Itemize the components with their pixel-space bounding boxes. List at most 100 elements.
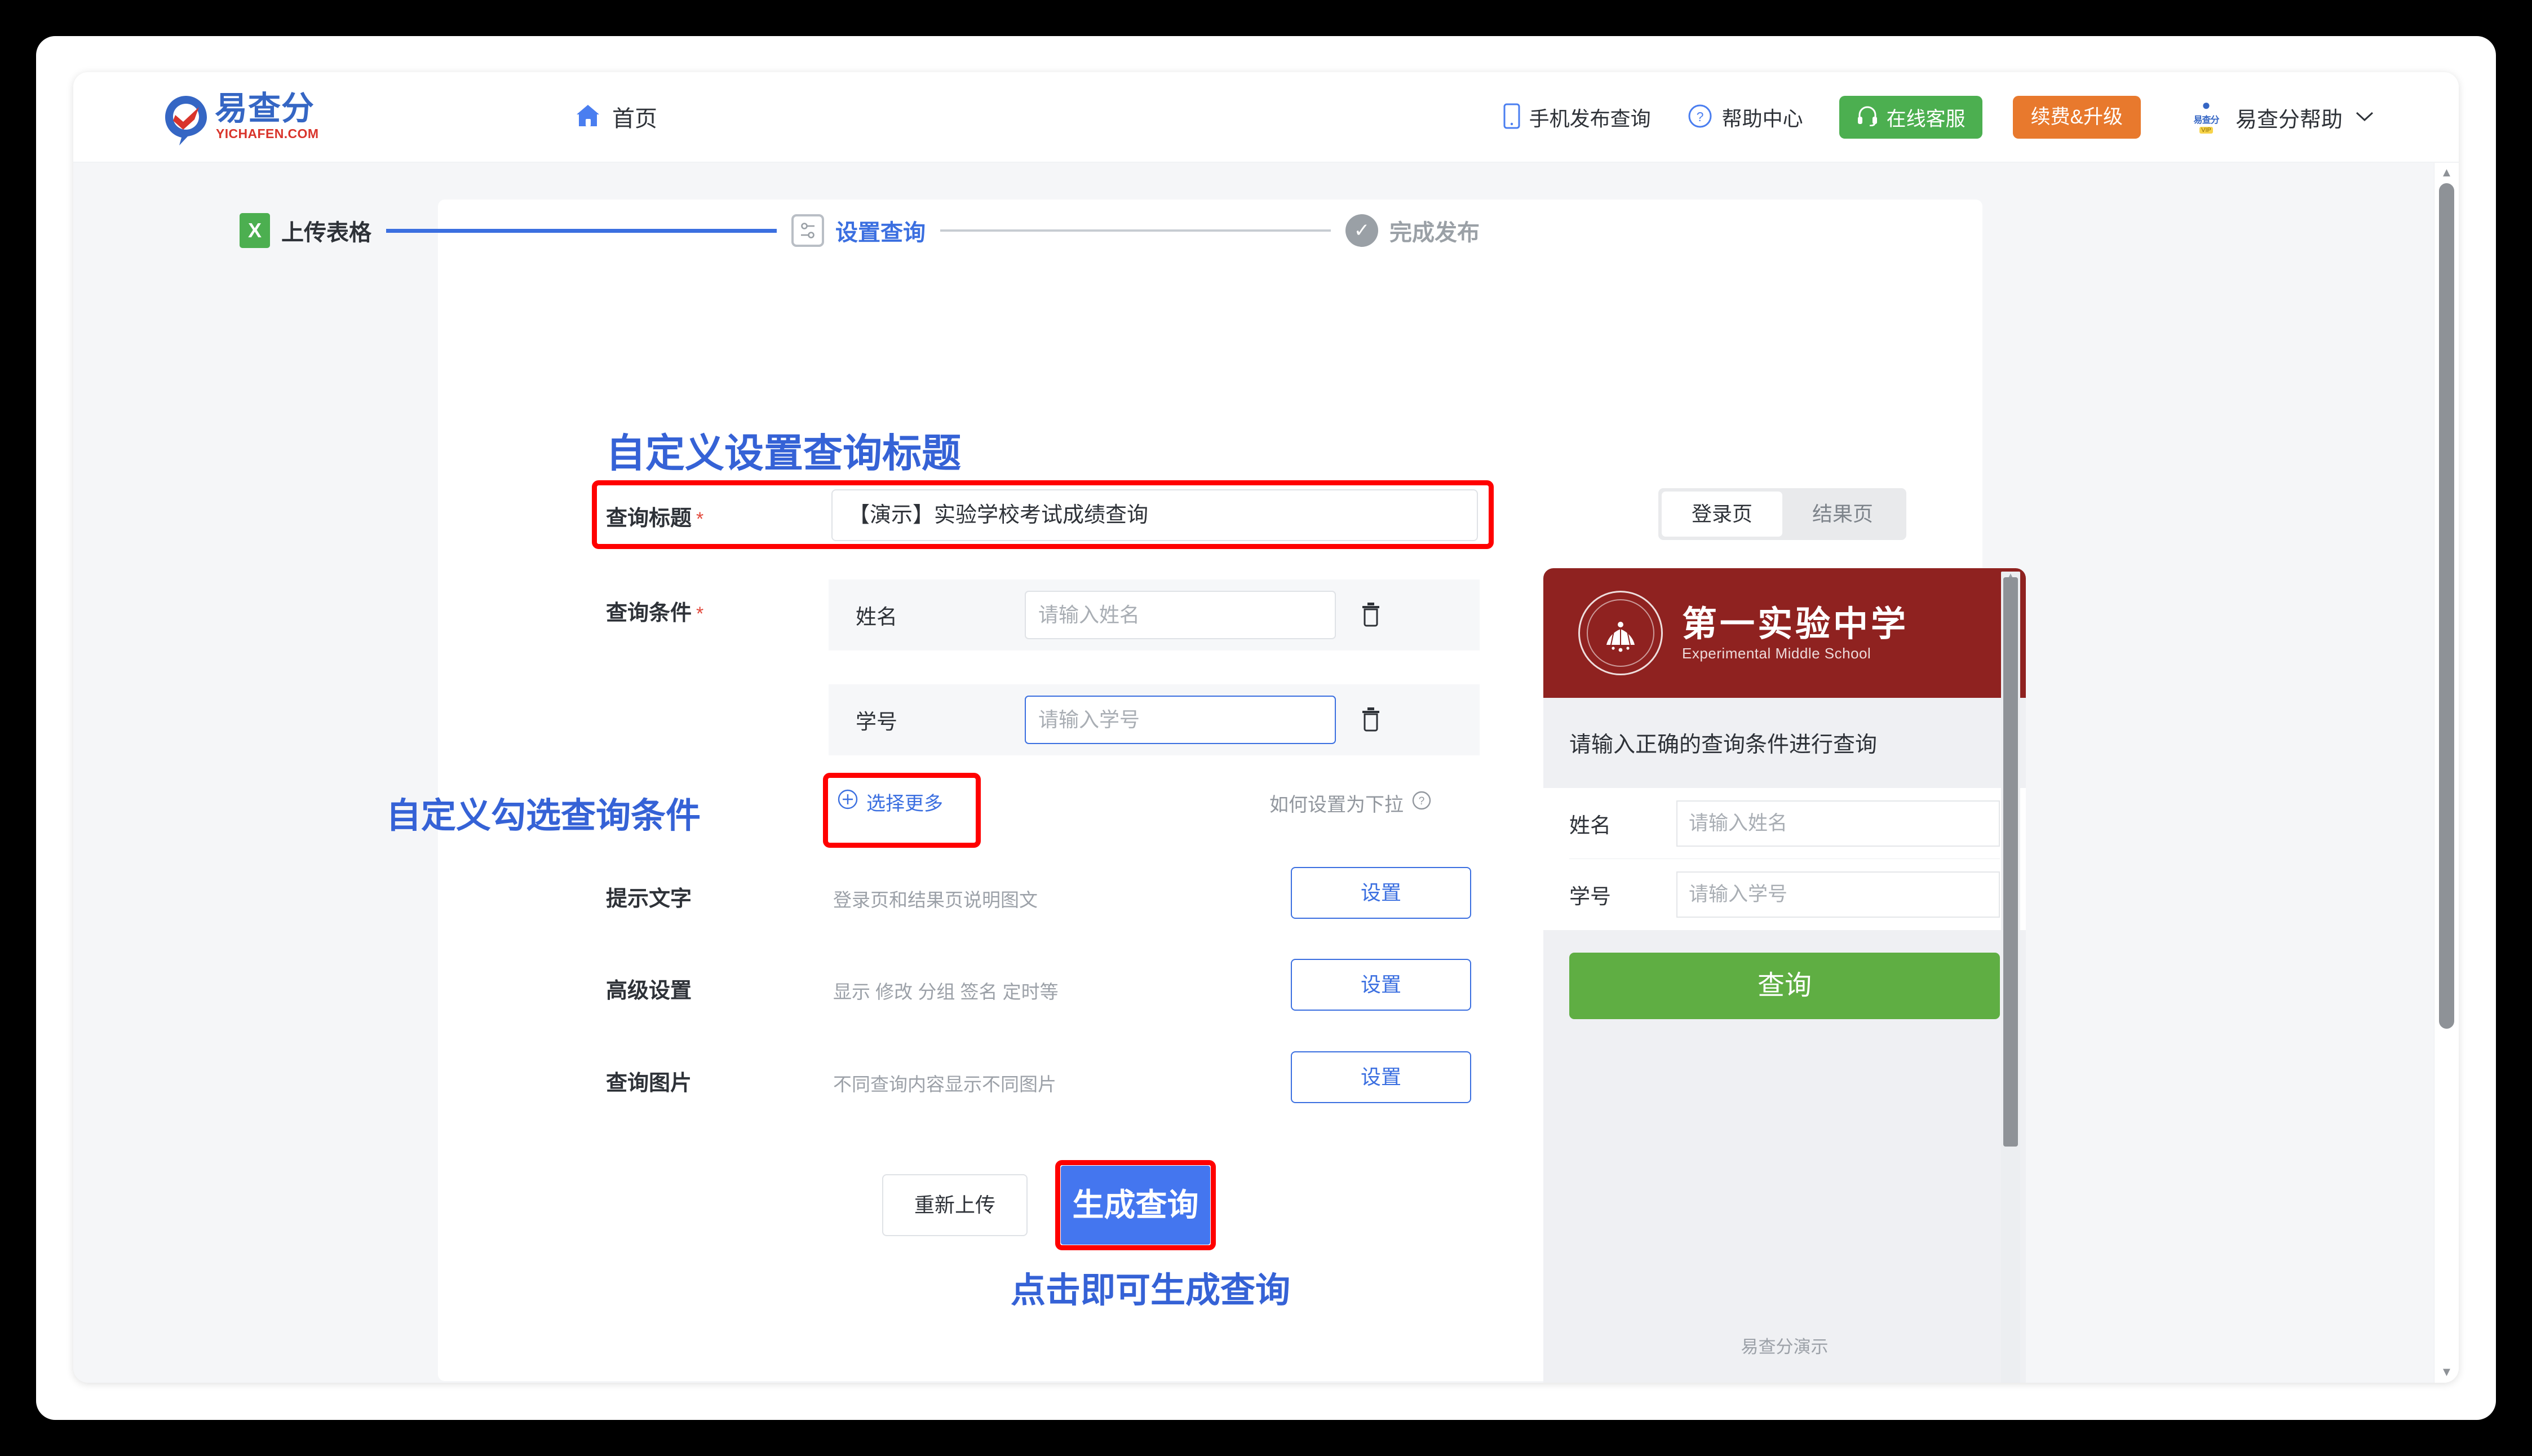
nav-help-center[interactable]: ? 帮助中心 — [1687, 103, 1803, 132]
required-marker: * — [696, 603, 704, 625]
required-marker: * — [696, 508, 704, 530]
query-image-label: 查询图片 — [606, 1072, 692, 1095]
select-more-button[interactable]: 选择更多 — [837, 788, 943, 816]
mobile-phone-icon — [1503, 103, 1520, 132]
preview-row-student-id: 学号 请输入学号 — [1569, 859, 2000, 930]
select-more-label: 选择更多 — [866, 793, 943, 815]
online-service-label: 在线客服 — [1886, 108, 1966, 130]
chevron-down-icon — [2355, 110, 2374, 125]
hint-text-label: 提示文字 — [606, 887, 692, 911]
preview-cta-wrap: 查询 — [1543, 930, 2026, 1019]
step-publish-label: 完成发布 — [1389, 220, 1480, 245]
query-image-setting-button[interactable]: 设置 — [1291, 1051, 1471, 1103]
dropdown-hint-label: 如何设置为下拉 — [1269, 794, 1404, 816]
scroll-down-arrow-icon[interactable]: ▼ — [2434, 1365, 2459, 1379]
condition-student-id-label: 学号 — [856, 710, 897, 733]
school-banner: 第一实验中学 Experimental Middle School — [1543, 568, 2026, 698]
logo-text: 易查分 — [215, 90, 315, 127]
tab-login-page[interactable]: 登录页 — [1662, 492, 1782, 537]
yichafen-logo-icon — [161, 92, 211, 149]
preview-name-label: 姓名 — [1569, 813, 1611, 837]
page-scrollbar[interactable]: ▲ ▼ — [2434, 163, 2459, 1383]
condition-row-student-id: 学号 请输入学号 — [829, 684, 1480, 755]
condition-student-id-input[interactable]: 请输入学号 — [1025, 696, 1336, 744]
preview-name-input[interactable]: 请输入姓名 — [1676, 800, 2000, 847]
user-name-label: 易查分帮助 — [2235, 108, 2343, 132]
upgrade-button[interactable]: 续费&升级 — [2012, 96, 2141, 139]
school-banner-text: 第一实验中学 Experimental Middle School — [1682, 604, 1909, 662]
online-service-button[interactable]: 在线客服 — [1839, 96, 1982, 139]
nav-mobile-publish[interactable]: 手机发布查询 — [1503, 103, 1651, 132]
trash-icon[interactable] — [1360, 706, 1382, 734]
avatar-word: 易查分 — [2193, 116, 2219, 125]
nav-right-group: 手机发布查询 ? 帮助中心 在线客服 续费&升级 ● 易查分 VIP 易查分帮助 — [1503, 96, 2374, 139]
school-name-en: Experimental Middle School — [1682, 644, 1871, 662]
avatar-pin-icon: ● — [2202, 96, 2211, 113]
preview-student-id-input[interactable]: 请输入学号 — [1676, 871, 2000, 918]
preview-form: 姓名 请输入姓名 学号 请输入学号 — [1543, 788, 2026, 930]
generate-query-button[interactable]: 生成查询 — [1061, 1166, 1210, 1245]
preview-row-name: 姓名 请输入姓名 — [1569, 788, 2000, 859]
advanced-settings-label: 高级设置 — [606, 979, 692, 1003]
step-upload[interactable]: X 上传表格 — [240, 213, 371, 248]
annotation-conditions: 自定义勾选查询条件 — [386, 796, 701, 835]
advanced-settings-button[interactable]: 设置 — [1291, 959, 1471, 1011]
svg-text:?: ? — [1696, 109, 1703, 124]
school-crest-icon — [1578, 591, 1663, 675]
preview-scrollbar-thumb[interactable] — [2003, 577, 2018, 1147]
hint-text-desc: 登录页和结果页说明图文 — [833, 889, 1038, 910]
nav-home-label: 首页 — [612, 107, 657, 131]
step-upload-label: 上传表格 — [281, 220, 371, 245]
preview-footer: 易查分演示 — [1741, 1337, 1829, 1357]
settings-icon — [791, 214, 824, 247]
condition-name-label: 姓名 — [856, 605, 897, 629]
device-outer-frame: 易查分 YICHAFEN.COM 首页 手机发布查询 ? 帮助中心 在线客服 续… — [36, 36, 2496, 1420]
preview-scrollbar[interactable]: ▲ — [2001, 570, 2020, 1383]
query-title-input[interactable]: 【演示】实验学校考试成绩查询 — [831, 489, 1478, 541]
plus-circle-icon — [837, 789, 858, 815]
query-image-desc: 不同查询内容显示不同图片 — [833, 1074, 1056, 1095]
excel-icon: X — [240, 213, 270, 248]
headset-icon — [1856, 104, 1879, 131]
step-connector-2 — [940, 229, 1331, 232]
avatar: ● 易查分 VIP — [2189, 98, 2223, 137]
home-icon — [575, 103, 601, 131]
preview-student-id-label: 学号 — [1569, 885, 1611, 908]
question-mark-icon: ? — [1687, 103, 1713, 132]
site-logo[interactable]: 易查分 YICHAFEN.COM — [161, 90, 347, 145]
annotation-click-generate: 点击即可生成查询 — [1011, 1271, 1291, 1310]
preview-tabs: 登录页 结果页 — [1658, 488, 1906, 540]
phone-preview: 第一实验中学 Experimental Middle School 请输入正确的… — [1543, 568, 2026, 1383]
condition-name-input[interactable]: 请输入姓名 — [1025, 591, 1336, 639]
annotation-title: 自定义设置查询标题 — [606, 431, 961, 475]
page-scrollbar-thumb[interactable] — [2439, 183, 2454, 1029]
nav-help-center-label: 帮助中心 — [1721, 107, 1803, 130]
app-window: 易查分 YICHAFEN.COM 首页 手机发布查询 ? 帮助中心 在线客服 续… — [73, 72, 2459, 1383]
condition-row-name: 姓名 请输入姓名 — [829, 579, 1480, 650]
step-configure[interactable]: 设置查询 — [791, 214, 926, 247]
tab-result-page[interactable]: 结果页 — [1782, 492, 1903, 537]
user-menu[interactable]: ● 易查分 VIP 易查分帮助 — [2189, 98, 2374, 137]
nav-home[interactable]: 首页 — [575, 100, 657, 133]
help-circle-icon: ? — [1411, 790, 1432, 816]
reupload-button[interactable]: 重新上传 — [882, 1174, 1028, 1236]
logo-subtext: YICHAFEN.COM — [216, 126, 319, 141]
preview-notice: 请输入正确的查询条件进行查询 — [1543, 698, 2026, 788]
preview-query-button[interactable]: 查询 — [1569, 953, 2000, 1019]
query-title-label: 查询标题 * — [606, 507, 704, 530]
trash-icon[interactable] — [1360, 601, 1382, 630]
step-configure-label: 设置查询 — [835, 220, 926, 245]
publish-stepper: X 上传表格 设置查询 ✓ 完成发布 — [240, 213, 1480, 248]
nav-mobile-publish-label: 手机发布查询 — [1529, 107, 1651, 130]
hint-text-setting-button[interactable]: 设置 — [1291, 867, 1471, 919]
check-circle-icon: ✓ — [1345, 214, 1378, 247]
school-name-cn: 第一实验中学 — [1682, 604, 1909, 644]
avatar-vip-tag: VIP — [2199, 127, 2213, 134]
scroll-up-arrow-icon[interactable]: ▲ — [2434, 165, 2459, 180]
step-connector-1 — [386, 228, 777, 233]
svg-text:?: ? — [1419, 795, 1425, 807]
step-publish[interactable]: ✓ 完成发布 — [1345, 214, 1480, 247]
query-conditions-label: 查询条件 * — [606, 601, 704, 625]
top-navigation-bar: 易查分 YICHAFEN.COM 首页 手机发布查询 ? 帮助中心 在线客服 续… — [73, 72, 2459, 162]
advanced-settings-desc: 显示 修改 分组 签名 定时等 — [833, 981, 1059, 1002]
